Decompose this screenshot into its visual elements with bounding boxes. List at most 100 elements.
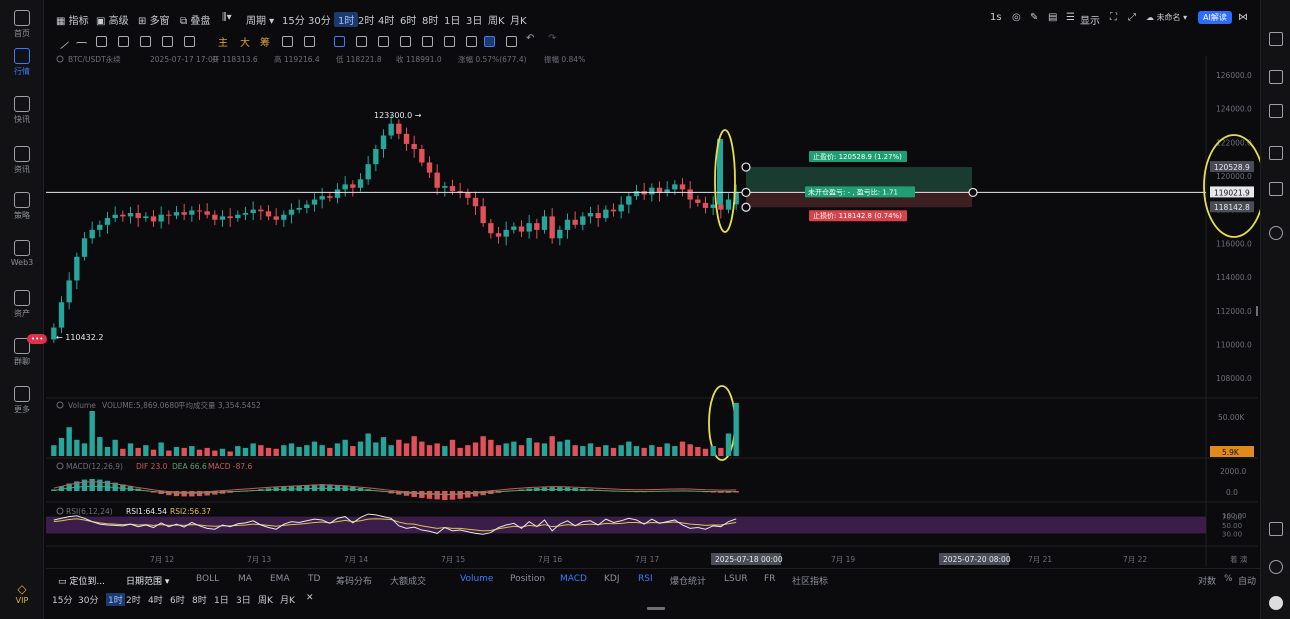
nav-more-grid[interactable]: 更多 [0,386,44,415]
position-handle[interactable] [741,162,751,172]
monitor-icon[interactable] [1269,146,1283,160]
filter-icon[interactable] [484,36,495,47]
percent-scale-toggle[interactable]: % [1224,574,1233,584]
indicator-tab-2[interactable]: MA [238,574,252,584]
chart-type-button[interactable]: ⫼▾ [222,12,232,23]
timeframe-1时[interactable]: 1时 [334,12,359,27]
bottom-timeframe-月K[interactable]: 月K [280,593,295,606]
bottom-timeframe-30分[interactable]: 30分 [78,593,98,606]
period-dropdown[interactable]: 周期 ▾ [246,12,274,27]
undo-icon[interactable]: ↶ [526,33,534,44]
legend-toggle-icon[interactable] [56,55,64,63]
trade-icon[interactable] [1269,70,1283,84]
overlay-button[interactable]: ⧉ 叠盘 [180,12,210,27]
chip-button[interactable]: 筹 [260,34,270,49]
timeframe-6时[interactable]: 6时 [400,12,416,27]
indicator-tab-13[interactable]: LSUR [724,574,748,584]
trendline-tool-icon[interactable] [53,33,70,50]
big-order-button[interactable]: 大 [240,34,250,49]
indicator-tab-11[interactable]: RSI [638,574,653,584]
timeframe-4时[interactable]: 4时 [378,12,394,27]
expand-icon[interactable]: ⤢ [1128,12,1136,23]
indicator-tab-12[interactable]: 爆仓统计 [670,574,706,587]
locate-button[interactable]: ▭ 定位到... [58,574,105,587]
chart-canvas[interactable]: BTC/USDT永续 2025-07-17 17:00开 118313.6 高 11… [0,0,1290,619]
position-handle[interactable] [741,187,751,198]
measure-tool-icon[interactable] [184,36,195,47]
indicator-tab-6[interactable]: 大额成交 [390,574,426,587]
timeframe-2时[interactable]: 2时 [358,12,374,27]
scroll-handle[interactable] [647,607,665,610]
nav-web3[interactable]: Web3 [0,240,44,267]
position-handle[interactable] [968,187,978,198]
indicator-tab-9[interactable]: MACD [560,574,587,584]
eye-icon[interactable] [400,36,411,47]
rsi-toggle-icon[interactable] [56,507,64,515]
text-tool-icon[interactable] [162,36,173,47]
indicator-tab-15[interactable]: 社区指标 [792,574,828,587]
camera-icon[interactable]: ◎ [1012,12,1021,23]
indicator-tab-1[interactable]: BOLL [196,574,219,584]
share-icon[interactable]: ⋈ [1238,12,1248,23]
indicator-tab-7[interactable]: Volume [460,574,493,584]
display-button[interactable]: 显示 [1080,12,1100,27]
layout-icon[interactable] [1269,522,1283,536]
indicator-tab-10[interactable]: KDJ [604,574,620,584]
bottom-timeframe-6时[interactable]: 6时 [170,593,185,606]
bottom-timeframe-4时[interactable]: 4时 [148,593,163,606]
price-scroll-handle[interactable] [1256,306,1258,316]
log-scale-toggle[interactable]: 对数 [1198,574,1216,587]
timeframe-8时[interactable]: 8时 [422,12,438,27]
nav-news-flash[interactable]: 快讯 [0,96,44,125]
timeframe-周K[interactable]: 周K [488,12,505,27]
hline-tool-icon[interactable] [76,42,87,53]
lock-draw-icon[interactable] [378,36,389,47]
bottom-timeframe-3日[interactable]: 3日 [236,593,251,606]
indicator-tab-3[interactable]: EMA [270,574,290,584]
close-icon[interactable]: ✕ [306,593,314,603]
alarm-icon[interactable] [422,36,433,47]
settings-icon[interactable]: ☰ [1066,12,1075,23]
layers-icon[interactable] [444,36,455,47]
pencil-icon[interactable] [356,36,367,47]
trash-icon[interactable] [506,36,517,47]
bottom-timeframe-1日[interactable]: 1日 [214,593,229,606]
compass-icon[interactable] [1269,226,1283,240]
nav-info-doc[interactable]: 资讯 [0,146,44,175]
redo-icon[interactable]: ↷ [548,33,556,44]
main-force-button[interactable]: 主 [218,34,228,49]
timeframe-30分[interactable]: 30分 [308,12,331,27]
volume-toggle-icon[interactable] [56,401,64,409]
data-icon[interactable] [1269,104,1283,118]
indicator-tab-14[interactable]: FR [764,574,775,584]
indicator-tab-5[interactable]: 筹码分布 [336,574,372,587]
auto-scale-toggle[interactable]: 自动 [1238,574,1256,587]
bottom-timeframe-周K[interactable]: 周K [258,593,273,606]
panel-icon[interactable] [1269,182,1283,196]
fullscreen-icon[interactable]: ⛶ [1110,12,1117,23]
nav-chat[interactable]: 群聊 ••• [0,334,48,367]
fib-tool-icon[interactable] [118,36,129,47]
orderbook-icon[interactable] [1269,32,1283,46]
nav-wallet[interactable]: 资产 [0,290,44,319]
macd-toggle-icon[interactable] [56,462,64,470]
multi-window-button[interactable]: ⊞ 多窗 [138,12,170,27]
brush-tool-icon[interactable] [140,36,151,47]
nav-home[interactable]: 首页 [0,10,44,39]
favorites-icon[interactable] [466,36,477,47]
date-range-dropdown[interactable]: 日期范围 ▾ [126,574,169,587]
nav-strategy-robot[interactable]: 策略 [0,192,44,221]
position-handle[interactable] [741,202,751,212]
compare-icon[interactable] [282,36,293,47]
edit-icon[interactable]: ✎ [1030,12,1038,23]
timeframe-15分[interactable]: 15分 [282,12,305,27]
indicator-button[interactable]: ▦ 指标 [56,12,89,27]
magnet-icon[interactable] [334,36,345,47]
bottom-timeframe-2时[interactable]: 2时 [126,593,141,606]
bottom-timeframe-8时[interactable]: 8时 [192,593,207,606]
vip-button[interactable]: ◇ VIP [0,582,44,605]
note-icon[interactable]: ▤ [1048,12,1057,23]
assistant-avatar-icon[interactable] [1269,596,1283,610]
support-icon[interactable] [1269,560,1283,574]
bottom-timeframe-1时[interactable]: 1时 [106,593,125,606]
